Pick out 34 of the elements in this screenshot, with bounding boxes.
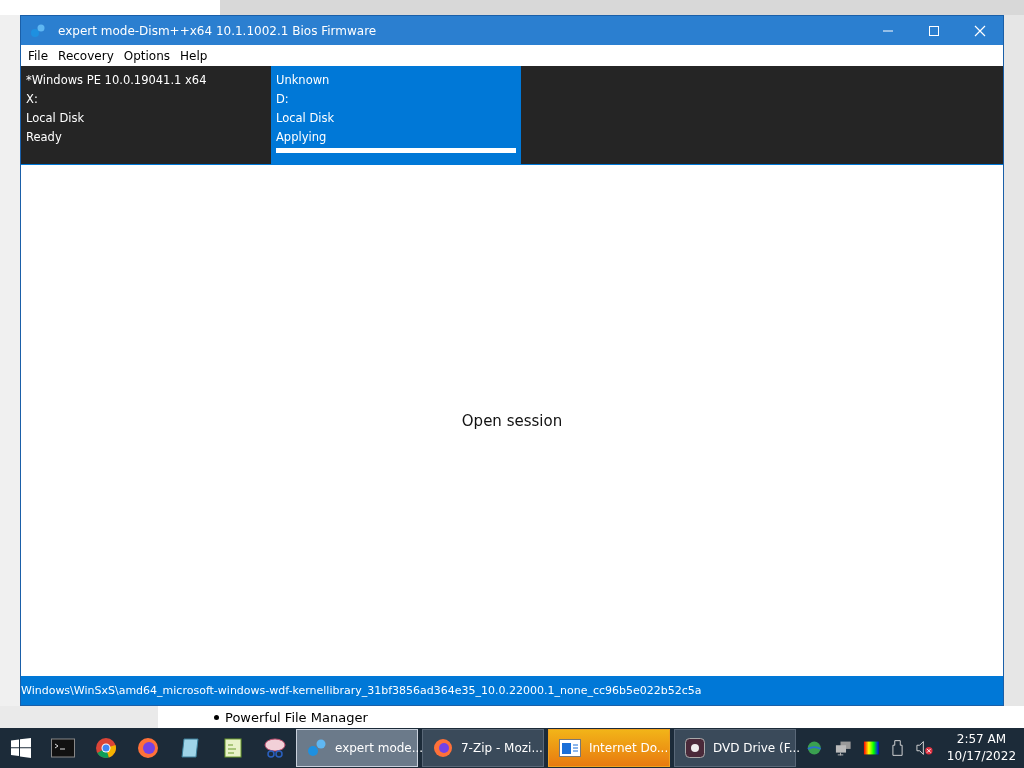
gears-icon [30,22,46,39]
menu-item[interactable]: Help [179,48,215,63]
list-item-text: Powerful File Manager [225,709,368,725]
taskbar-button[interactable]: 7-Zip - Mozi... [421,729,544,767]
window-icon [558,739,581,757]
session-text: Local Disk [276,110,335,127]
session-text: *Windows PE 10.0.19041.1 x64 [26,72,207,89]
close-icon [974,24,986,37]
gears-icon [306,738,327,758]
session-text: Local Disk [26,110,85,127]
session-text: Unknown [276,72,330,89]
maximize-icon [928,24,940,37]
session-text: X: [26,91,38,108]
menu-item[interactable]: Options [122,48,178,63]
windows-logo-icon [11,738,32,758]
network-icon[interactable] [834,740,852,756]
globe-icon[interactable] [805,740,823,756]
session-tile[interactable]: Unknown D: Local Disk Applying [271,66,521,164]
session-tile[interactable]: *Windows PE 10.0.19041.1 x64 X: Local Disk Ready [21,66,271,164]
usb-drive-icon[interactable] [891,739,905,757]
clock-date[interactable]: 10/17/2022 [946,748,1017,765]
menu-item[interactable]: Recovery [57,48,121,63]
color-palette-icon[interactable] [863,740,880,756]
muted-speaker-icon[interactable] [916,740,935,756]
bullet-icon [214,714,219,720]
open-session-message: Open session [461,411,563,430]
session-text: Applying [276,129,327,146]
window-title: expert mode-Dism++x64 10.1.1002.1 Bios Firmware [58,23,377,38]
menu-item[interactable]: File [27,48,56,63]
status-text: Windows\WinSxS\amd64_microsoft-windows-wdf-kernellibrary_31bf3856ad364e35_10.0.22000.1_none_cc96b5e022b52c5a [21,684,702,697]
session-text: Ready [26,129,62,146]
firefox-icon [432,738,453,758]
session-text: D: [276,91,289,108]
clock-time[interactable]: 2:57 AM [956,731,1007,748]
